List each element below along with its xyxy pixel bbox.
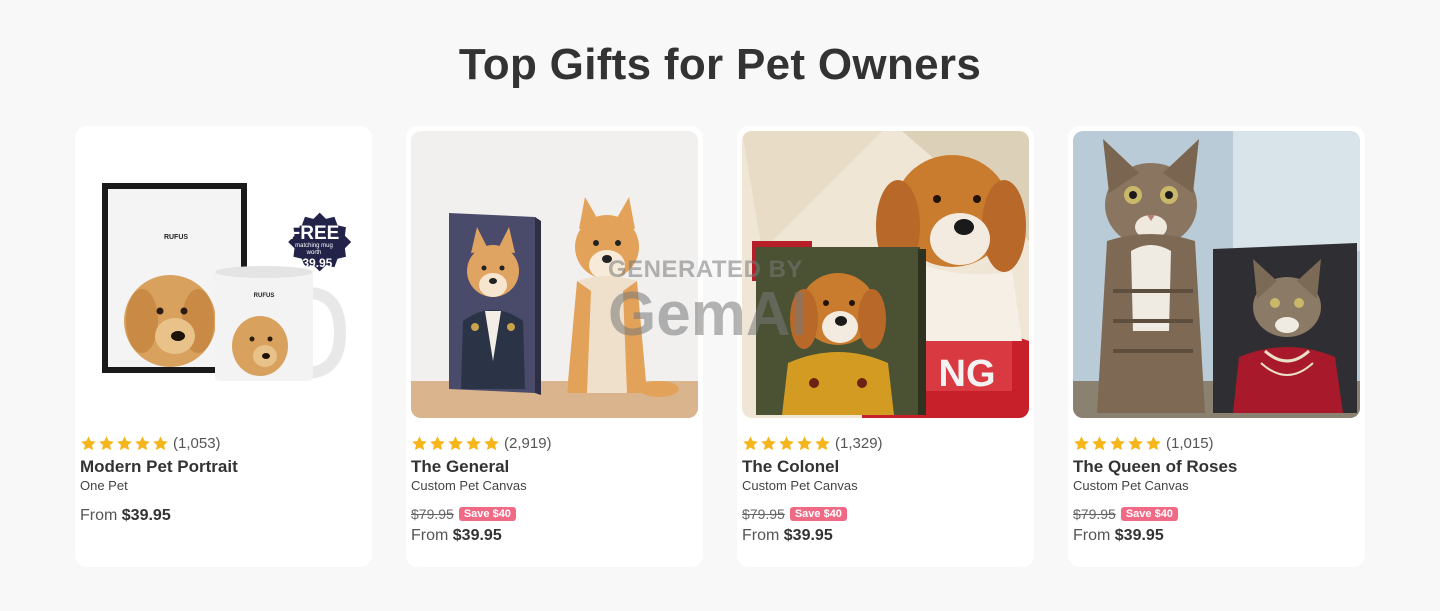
original-price-row: $79.95 Save $40 <box>1073 506 1178 522</box>
review-count[interactable]: (1,329) <box>835 435 883 452</box>
star-icon <box>412 436 427 451</box>
product-card-the-queen-of-roses[interactable]: (1,015) The Queen of Roses Custom Pet Ca… <box>1068 126 1365 567</box>
frame-label: RUFUS <box>164 234 188 241</box>
star-rating <box>742 435 831 452</box>
cushion-decoration-icon: NG <box>939 353 996 395</box>
review-count[interactable]: (1,015) <box>1166 435 1214 452</box>
promo-badge-line1: matching mug <box>295 243 333 249</box>
review-count[interactable]: (2,919) <box>504 435 552 452</box>
from-label: From <box>1073 527 1111 544</box>
save-badge: Save $40 <box>1120 507 1178 521</box>
product-name[interactable]: Modern Pet Portrait <box>80 457 238 477</box>
product-subtitle: Custom Pet Canvas <box>411 478 527 493</box>
original-price-row: $79.95 Save $40 <box>411 506 516 522</box>
star-icon <box>1146 436 1161 451</box>
price-value: $39.95 <box>121 507 171 524</box>
product-rating: (1,015) <box>1073 435 1214 452</box>
star-icon <box>743 436 758 451</box>
cat-queen-canvas-image[interactable] <box>1073 131 1360 418</box>
product-name[interactable]: The General <box>411 457 509 477</box>
shiba-general-canvas-image[interactable] <box>411 131 698 418</box>
original-price: $79.95 <box>742 506 785 522</box>
product-subtitle: One Pet <box>80 478 128 493</box>
product-card-the-general[interactable]: (2,919) The General Custom Pet Canvas $7… <box>406 126 703 567</box>
shiba-general-canvas-image-svg <box>411 131 698 418</box>
mug-label: RUFUS <box>254 293 275 299</box>
star-icon <box>99 436 114 451</box>
review-count[interactable]: (1,053) <box>173 435 221 452</box>
from-label: From <box>80 507 118 524</box>
original-price-row: $79.95 Save $40 <box>742 506 847 522</box>
star-icon <box>1128 436 1143 451</box>
star-icon <box>1074 436 1089 451</box>
product-name[interactable]: The Queen of Roses <box>1073 457 1237 477</box>
product-subtitle: Custom Pet Canvas <box>1073 478 1189 493</box>
product-rating: (1,329) <box>742 435 883 452</box>
promo-badge-free: FREE <box>289 223 340 244</box>
product-subtitle: Custom Pet Canvas <box>742 478 858 493</box>
retriever-colonel-canvas-image-svg: NG <box>742 131 1029 418</box>
product-price: From $39.95 <box>411 527 502 545</box>
star-rating <box>80 435 169 452</box>
price-value: $39.95 <box>1114 527 1164 544</box>
product-card-the-colonel[interactable]: NG (1,329) The Colonel Custom Pet Canvas… <box>737 126 1034 567</box>
original-price: $79.95 <box>411 506 454 522</box>
star-icon <box>484 436 499 451</box>
star-icon <box>448 436 463 451</box>
product-price: From $39.95 <box>1073 527 1164 545</box>
product-card-modern-pet-portrait[interactable]: RUFUS RUFUS FREE matching mug worth $39.… <box>75 126 372 567</box>
star-icon <box>761 436 776 451</box>
product-grid: RUFUS RUFUS FREE matching mug worth $39.… <box>75 126 1365 567</box>
star-icon <box>815 436 830 451</box>
star-icon <box>81 436 96 451</box>
pet-portrait-mug-image[interactable]: RUFUS RUFUS FREE matching mug worth $39.… <box>80 131 367 418</box>
star-icon <box>135 436 150 451</box>
save-badge: Save $40 <box>458 507 516 521</box>
price-value: $39.95 <box>452 527 502 544</box>
product-rating: (2,919) <box>411 435 552 452</box>
star-icon <box>117 436 132 451</box>
product-price: From $39.95 <box>742 527 833 545</box>
product-name[interactable]: The Colonel <box>742 457 839 477</box>
promo-badge-price: $39.95 <box>296 256 333 270</box>
save-badge: Save $40 <box>789 507 847 521</box>
pet-portrait-mug-image-svg: RUFUS RUFUS FREE matching mug worth $39.… <box>80 131 367 418</box>
product-price: From $39.95 <box>80 507 171 525</box>
from-label: From <box>411 527 449 544</box>
star-rating <box>411 435 500 452</box>
star-icon <box>466 436 481 451</box>
price-value: $39.95 <box>783 527 833 544</box>
star-icon <box>153 436 168 451</box>
star-icon <box>430 436 445 451</box>
cat-queen-canvas-image-svg <box>1073 131 1360 418</box>
section-title: Top Gifts for Pet Owners <box>458 40 982 89</box>
from-label: From <box>742 527 780 544</box>
star-rating <box>1073 435 1162 452</box>
star-icon <box>797 436 812 451</box>
star-icon <box>1092 436 1107 451</box>
original-price: $79.95 <box>1073 506 1116 522</box>
star-icon <box>1110 436 1125 451</box>
star-icon <box>779 436 794 451</box>
retriever-colonel-canvas-image[interactable]: NG <box>742 131 1029 418</box>
product-rating: (1,053) <box>80 435 221 452</box>
